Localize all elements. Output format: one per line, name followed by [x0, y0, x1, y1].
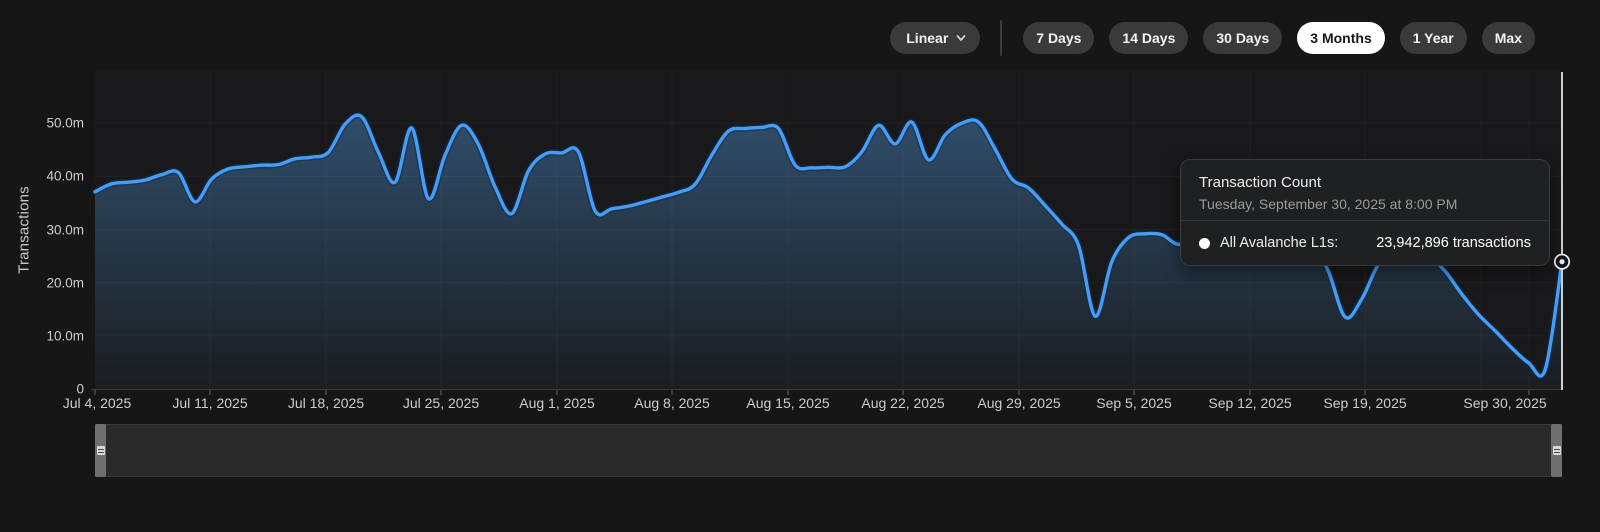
- series-bullet-icon: [1199, 238, 1210, 249]
- tooltip-header: Transaction Count Tuesday, September 30,…: [1181, 160, 1549, 214]
- tooltip-series-row: All Avalanche L1s: 23,942,896 transactio…: [1181, 220, 1549, 265]
- range-button-30-days[interactable]: 30 Days: [1203, 22, 1282, 54]
- range-button-14-days[interactable]: 14 Days: [1109, 22, 1188, 54]
- toolbar-divider: [1000, 20, 1002, 56]
- scale-select-dropdown[interactable]: Linear: [890, 22, 980, 54]
- transactions-chart-panel: Linear 7 Days 14 Days 30 Days 3 Months 1…: [0, 0, 1600, 532]
- tooltip-series: All Avalanche L1s:: [1199, 235, 1338, 251]
- brush-handle-left[interactable]: [95, 424, 106, 477]
- tooltip-value: 23,942,896 transactions: [1376, 235, 1531, 251]
- time-range-group: 7 Days 14 Days 30 Days 3 Months 1 Year M…: [1023, 22, 1535, 54]
- range-button-1-year[interactable]: 1 Year: [1400, 22, 1467, 54]
- range-button-7-days[interactable]: 7 Days: [1023, 22, 1094, 54]
- brush-handle-right[interactable]: [1551, 424, 1562, 477]
- tooltip-series-label: All Avalanche L1s:: [1220, 235, 1338, 251]
- brush-grip-icon: [1553, 446, 1561, 455]
- scale-select-label: Linear: [906, 29, 948, 47]
- range-button-3-months[interactable]: 3 Months: [1297, 22, 1384, 54]
- chart-tooltip: Transaction Count Tuesday, September 30,…: [1180, 159, 1550, 266]
- brush-navigator-track[interactable]: [95, 424, 1562, 477]
- range-button-max[interactable]: Max: [1482, 22, 1535, 54]
- chart-toolbar: Linear 7 Days 14 Days 30 Days 3 Months 1…: [890, 20, 1535, 56]
- tooltip-title: Transaction Count: [1199, 173, 1531, 193]
- brush-grip-icon: [97, 446, 105, 455]
- tooltip-date: Tuesday, September 30, 2025 at 8:00 PM: [1199, 195, 1531, 214]
- chevron-down-icon: [955, 32, 967, 44]
